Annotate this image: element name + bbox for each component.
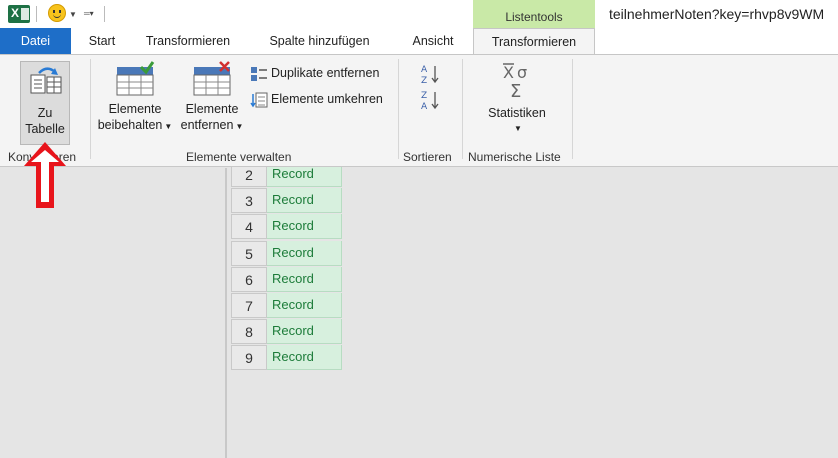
ribbon: Zu Tabelle Konvertieren Elemente beibeha…	[0, 54, 838, 167]
row-number[interactable]: 7	[231, 293, 267, 318]
statistics-button[interactable]: X σ Σ Statistiken ▼	[482, 61, 552, 145]
feedback-smiley-icon[interactable]	[48, 4, 66, 22]
group-divider	[572, 59, 573, 159]
tab-file[interactable]: Datei	[0, 28, 71, 54]
row-number[interactable]: 4	[231, 214, 267, 239]
queries-pane	[0, 168, 225, 458]
row-number[interactable]: 9	[231, 345, 267, 370]
row-number[interactable]: 3	[231, 188, 267, 213]
keep-items-label-line1: Elemente	[108, 102, 162, 116]
record-link[interactable]: Record	[267, 345, 342, 370]
dropdown-caret-icon: ▼	[235, 122, 244, 131]
record-link[interactable]: Record	[267, 267, 342, 292]
ribbon-tabs: Datei Start Transformieren Spalte hinzuf…	[0, 28, 838, 54]
group-label-sort: Sortieren	[403, 150, 452, 164]
remove-duplicates-button[interactable]: Duplikate entfernen	[250, 63, 379, 83]
svg-text:X: X	[503, 63, 514, 82]
toolbar-divider	[104, 6, 105, 22]
remove-items-label-line1: Elemente	[185, 102, 239, 116]
group-divider	[462, 59, 463, 159]
contextual-group-label: Listentools	[505, 10, 563, 24]
svg-text:Z: Z	[421, 91, 427, 101]
row-number[interactable]: 5	[231, 241, 267, 266]
to-table-icon	[30, 67, 62, 94]
toolbar-divider	[36, 6, 37, 22]
statistics-icon: X σ Σ	[503, 63, 527, 102]
group-divider	[398, 59, 399, 159]
keep-items-button[interactable]: Elemente beibehalten ▼	[96, 61, 174, 145]
record-link[interactable]: Record	[267, 214, 342, 239]
record-link[interactable]: Record	[267, 188, 342, 213]
record-link[interactable]: Record	[267, 241, 342, 266]
group-label-manage-items: Elemente verwalten	[186, 150, 292, 164]
sort-descending-button[interactable]: Z A	[420, 89, 442, 112]
to-table-button[interactable]: Zu Tabelle	[20, 61, 70, 145]
window-title: teilnehmerNoten?key=rhvp8v9WM	[609, 6, 825, 22]
reverse-items-button[interactable]: Elemente umkehren	[250, 89, 383, 109]
tab-add-column[interactable]: Spalte hinzufügen	[243, 28, 396, 54]
excel-app-icon[interactable]: X	[8, 5, 30, 23]
keep-items-icon	[116, 61, 155, 96]
annotation-up-arrow-icon	[24, 142, 66, 208]
tab-list-transform[interactable]: Transformieren	[473, 28, 595, 54]
group-label-numeric-list: Numerische Liste	[468, 150, 561, 164]
record-link[interactable]: Record	[267, 319, 342, 344]
remove-duplicates-label: Duplikate entfernen	[271, 66, 380, 80]
svg-text:σ: σ	[517, 63, 527, 82]
reverse-items-icon	[250, 92, 268, 108]
keep-items-label-line2: beibehalten	[97, 118, 163, 132]
tab-start[interactable]: Start	[71, 28, 133, 54]
sort-ascending-button[interactable]: A Z	[420, 63, 442, 86]
dropdown-caret-icon: ▼	[164, 122, 173, 131]
svg-text:A: A	[421, 102, 428, 111]
reverse-items-label: Elemente umkehren	[271, 92, 383, 106]
row-number[interactable]: 8	[231, 319, 267, 344]
remove-items-icon	[193, 61, 231, 96]
tab-transform[interactable]: Transformieren	[133, 28, 243, 54]
tab-view[interactable]: Ansicht	[396, 28, 470, 54]
to-table-label-line2: Tabelle	[25, 122, 65, 136]
statistics-label: Statistiken	[488, 106, 546, 120]
customize-quick-access-icon[interactable]: ═▾	[84, 9, 94, 18]
svg-text:Σ: Σ	[510, 81, 521, 101]
contextual-tab-group: Listentools	[473, 0, 595, 28]
to-table-label-line1: Zu	[37, 106, 53, 120]
pane-splitter[interactable]	[225, 168, 227, 458]
remove-items-button[interactable]: Elemente entfernen ▼	[178, 61, 246, 145]
record-link[interactable]: Record	[267, 293, 342, 318]
svg-text:A: A	[421, 65, 428, 75]
row-number[interactable]: 6	[231, 267, 267, 292]
dropdown-caret-icon: ▼	[514, 124, 522, 133]
sort-ascending-icon: A Z	[421, 65, 439, 86]
group-divider	[90, 59, 91, 159]
remove-duplicates-icon	[251, 66, 267, 81]
sort-descending-icon: Z A	[421, 91, 439, 112]
feedback-dropdown-icon[interactable]: ▼	[69, 10, 77, 19]
svg-text:Z: Z	[421, 76, 427, 85]
remove-items-label-line2: entfernen	[180, 118, 234, 132]
